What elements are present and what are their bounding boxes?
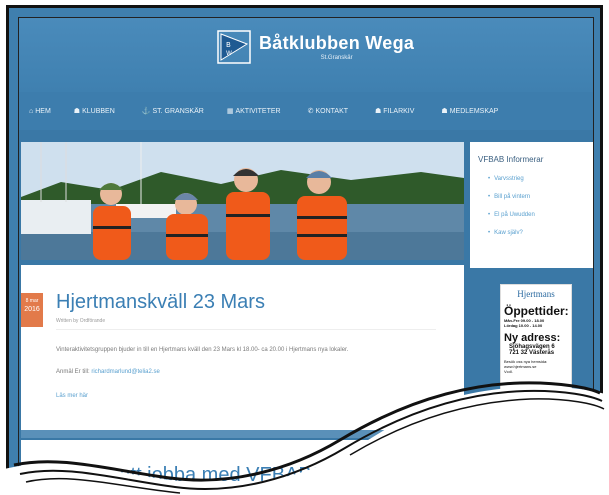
anchor-icon: ⚓: [141, 108, 151, 115]
nav-label: AKTIVITETER: [235, 107, 281, 115]
sidebar-item-label: Bill på vintern: [494, 194, 531, 200]
nav-item-medlemskap[interactable]: ☗ MEDLEMSKAP: [441, 107, 499, 116]
hjertmans-ad[interactable]: Hjertmans Öppettider: Mån-Fre 09.00 - 18…: [500, 284, 572, 406]
sidebar-title: VFBAB Informerar: [478, 155, 544, 164]
browser-viewport: B W Båtklubben Wega St.Granskär ⌂ HEM ☗ …: [18, 17, 594, 488]
user-icon: ☗: [375, 108, 382, 115]
calendar-icon: ▦: [226, 108, 234, 115]
hero-photo: [21, 142, 464, 260]
article-post: 8 mar 2016 Hjertmanskväll 23 Mars Writte…: [21, 265, 464, 430]
article-body-prefix: Anmäl Er till:: [56, 369, 92, 375]
ad-small-text: Vcdl.: [504, 369, 513, 374]
nav-item-klubben[interactable]: ☗ KLUBBEN: [73, 107, 115, 116]
sidebar-item-label: Kaw själv?: [494, 230, 523, 236]
nav-label: MEDLEMSKAP: [449, 107, 499, 115]
ad-hours-title: Öppettider:: [504, 304, 569, 318]
nav-item-filarkiv[interactable]: ☗ FILARKIV: [375, 107, 415, 116]
content-area: VFBAB Informerar • Varvsstrieg • Bill på v…: [19, 130, 593, 488]
nav-label: ST. GRANSKÄR: [152, 107, 204, 115]
article-title[interactable]: Hjertmanskväll 23 Mars: [56, 291, 265, 314]
sidebar-item[interactable]: • Varvsstrieg: [488, 176, 593, 182]
article-author: Written by Ordförande: [56, 318, 106, 324]
sidebar-item[interactable]: • Bill på vintern: [488, 194, 593, 200]
sidebar-item[interactable]: • Kaw själv?: [488, 230, 593, 236]
article-post: Sugen att jobba med VFBAB?: [21, 440, 591, 488]
bullet-icon: •: [488, 212, 491, 218]
members-icon: ☗: [441, 108, 448, 115]
nav-label: KONTAKT: [315, 107, 349, 115]
site-logo[interactable]: B W Båtklubben Wega St.Granskär: [217, 30, 414, 64]
phone-icon: ✆: [307, 108, 314, 115]
date-day: 8 mar: [25, 298, 39, 304]
ad-address-title: Ny adress:: [504, 332, 561, 344]
ad-address-line: 721 32 Västerås: [509, 350, 555, 356]
screenshot-frame: B W Båtklubben Wega St.Granskär ⌂ HEM ☗ …: [6, 5, 603, 491]
sidebar-item-label: El på Uwudden: [494, 212, 535, 218]
article-body: Vinteraktivitetsgruppen bjuder in till e…: [56, 347, 349, 353]
nav-label: HEM: [35, 107, 51, 115]
divider: [21, 430, 464, 438]
home-icon: ⌂: [29, 107, 34, 115]
date-badge: 8 mar 2016: [21, 293, 43, 327]
ad-hours-line: Lördag 10.00 - 14.00: [504, 323, 543, 328]
svg-text:W: W: [226, 50, 232, 57]
main-nav: ⌂ HEM ☗ KLUBBEN ⚓ ST. GRANSKÄR ▦ AKTIVIT…: [19, 92, 593, 130]
sidebar-item-label: Varvsstrieg: [494, 176, 524, 182]
nav-label: FILARKIV: [383, 107, 415, 115]
email-link[interactable]: richardmarlund@telia2.se: [91, 369, 159, 375]
ad-sidebar: Hjertmans Öppettider: Mån-Fre 09.00 - 18…: [470, 272, 593, 412]
divider: [56, 329, 436, 330]
bullet-icon: •: [488, 176, 491, 182]
article-body: Anmäl Er till: richardmarlund@telia2.se: [56, 369, 160, 375]
brand-block: Båtklubben Wega St.Granskär: [259, 33, 414, 61]
brand-name: Båtklubben Wega: [259, 33, 415, 53]
brand-subtitle: St.Granskär: [320, 55, 353, 61]
nav-item-kontakt[interactable]: ✆ KONTAKT: [307, 107, 349, 116]
read-more-link[interactable]: Läs mer här: [56, 393, 88, 399]
site-header: B W Båtklubben Wega St.Granskär: [19, 18, 593, 92]
club-flag-icon: B W: [217, 30, 251, 64]
nav-item-aktiviteter[interactable]: ▦ AKTIVITETER: [226, 107, 281, 116]
bullet-icon: •: [488, 194, 491, 200]
article-title[interactable]: Sugen att jobba med VFBAB?: [56, 464, 323, 487]
nav-item-st-granskar[interactable]: ⚓ ST. GRANSKÄR: [141, 107, 204, 116]
date-year: 2016: [24, 306, 40, 313]
users-icon: ☗: [73, 108, 81, 115]
svg-text:B: B: [226, 41, 231, 49]
sidebar-item[interactable]: • El på Uwudden: [488, 212, 593, 218]
ad-logo: Hjertmans: [517, 289, 555, 299]
nav-item-hem[interactable]: ⌂ HEM: [29, 108, 51, 115]
nav-label: KLUBBEN: [82, 107, 115, 115]
info-sidebar: VFBAB Informerar • Varvsstrieg • Bill på v…: [470, 142, 593, 268]
bullet-icon: •: [488, 230, 491, 236]
